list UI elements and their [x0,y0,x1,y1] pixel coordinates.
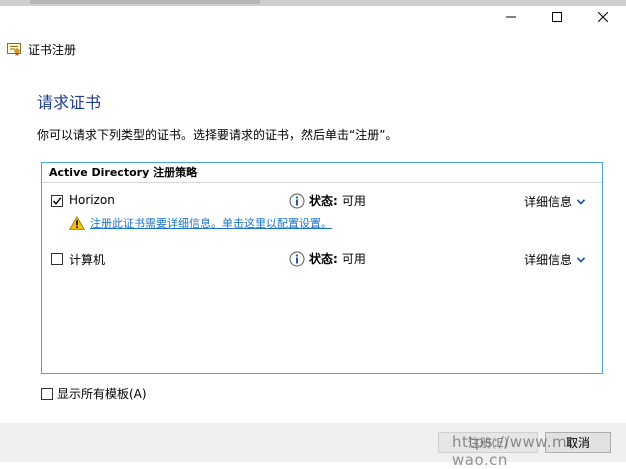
horizon-status: 状态: 可用 [289,192,366,209]
list-item-computer: 计算机 状态: 可用 详细信息 [51,250,595,270]
show-all-templates-label: 显示所有模板(A) [57,387,147,401]
configure-settings-link[interactable]: 注册此证书需要详细信息。单击这里以配置设置。 [90,215,332,231]
show-all-templates-checkbox[interactable] [41,387,53,400]
maximize-icon [552,12,562,22]
chevron-down-icon [577,256,585,263]
computer-label: 计算机 [69,253,106,267]
checkmark-icon [52,197,62,205]
computer-details-toggle[interactable]: 详细信息 [524,251,585,268]
details-label: 详细信息 [523,253,572,267]
horizon-details-toggle[interactable]: 详细信息 [524,193,585,210]
details-label: 详细信息 [523,195,572,209]
certificate-list: Active Directory 注册策略 Horizon 状态: 可用 详细信… [41,162,603,374]
minimize-icon [506,16,516,18]
computer-status: 状态: 可用 [289,250,366,267]
minimize-button[interactable] [488,6,534,28]
maximize-button[interactable] [534,6,580,28]
title-bar: 证书注册 [6,40,76,58]
cancel-button[interactable]: 取消 [545,432,611,453]
certificate-icon [7,43,21,56]
info-icon [289,251,305,266]
status-value: 可用 [341,252,366,266]
horizon-label: Horizon [69,193,115,207]
info-icon [289,193,305,208]
policy-group-header: Active Directory 注册策略 [42,163,602,183]
show-all-templates[interactable]: 显示所有模板(A) [41,385,147,402]
status-key: 状态: [309,194,338,208]
close-button[interactable] [580,6,626,28]
register-button[interactable]: 注册(E) [438,432,538,453]
horizon-warning: 注册此证书需要详细信息。单击这里以配置设置。 [69,215,332,231]
status-key: 状态: [309,252,338,266]
chevron-down-icon [577,198,585,205]
list-item-horizon: Horizon 状态: 可用 详细信息 [51,192,595,212]
computer-checkbox[interactable] [51,253,63,265]
close-icon [598,12,608,22]
horizon-checkbox[interactable] [51,195,63,207]
warning-icon [69,216,85,230]
window-title: 证书注册 [28,42,77,57]
page-title: 请求证书 [37,93,102,112]
status-value: 可用 [341,194,366,208]
instruction-text: 你可以请求下列类型的证书。选择要请求的证书，然后单击“注册”。 [37,128,398,142]
